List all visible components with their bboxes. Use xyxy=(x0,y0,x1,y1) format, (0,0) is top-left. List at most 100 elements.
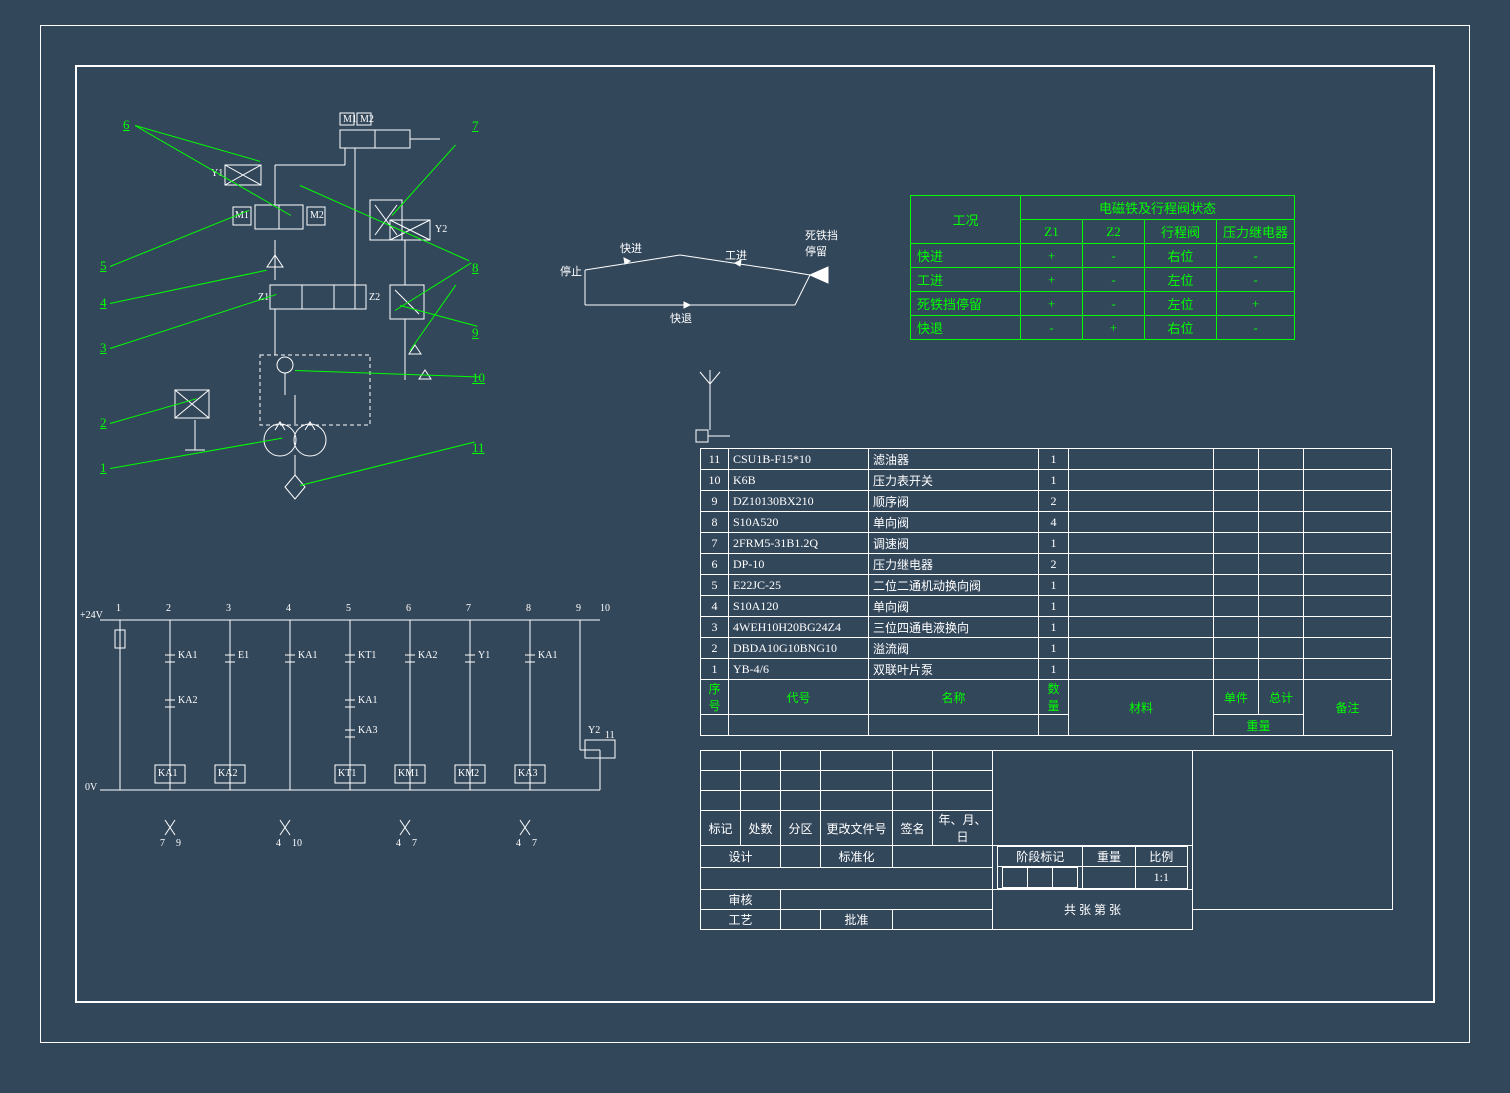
cycle-stop: 停止 xyxy=(560,263,582,279)
ground-symbol xyxy=(690,370,730,460)
col-9: 9 xyxy=(576,603,581,614)
cond-row: 工进+-左位- xyxy=(911,268,1295,292)
parts-row: 72FRM5-31B1.2Q调速阀1 xyxy=(701,533,1392,554)
balloon-5: 5 xyxy=(100,258,107,274)
tb-date: 年、月、日 xyxy=(933,811,993,846)
ph-wt: 重量 xyxy=(1214,715,1304,736)
c-Y2: Y2 xyxy=(588,725,600,736)
parts-row: 11CSU1B-F15*10滤油器1 xyxy=(701,449,1392,470)
col-1: 1 xyxy=(116,603,121,614)
parts-row: 1YB-4/6双联叶片泵1 xyxy=(701,659,1392,680)
tb-std: 标准化 xyxy=(821,846,893,868)
label-Y2: Y2 xyxy=(435,224,447,235)
fn-7: 4 xyxy=(516,838,521,849)
balloon-10: 10 xyxy=(472,370,485,386)
balloon-9: 9 xyxy=(472,325,479,341)
parts-row: 9DZ10130BX210顺序阀2 xyxy=(701,491,1392,512)
tb-design: 设计 xyxy=(701,846,781,868)
c-KA1d: KA1 xyxy=(358,695,377,706)
parts-row: 8S10A520单向阀4 xyxy=(701,512,1392,533)
hydraulic-svg xyxy=(115,110,525,530)
c-Y1: Y1 xyxy=(478,650,490,661)
fn-2: 9 xyxy=(176,838,181,849)
cond-title: 电磁铁及行程阀状态 xyxy=(1021,196,1295,220)
condition-table: 工况 电磁铁及行程阀状态 Z1 Z2 行程阀 压力继电器 快进+-右位-工进+-… xyxy=(910,195,1295,340)
col-3: 3 xyxy=(226,603,231,614)
label-M1box: M1 xyxy=(343,114,357,125)
balloon-3: 3 xyxy=(100,340,107,356)
tb-stage: 阶段标记 xyxy=(998,847,1083,867)
parts-row: 5E22JC-25二位二通机动换向阀1 xyxy=(701,575,1392,596)
fn-6: 7 xyxy=(412,838,417,849)
ph-mat: 材料 xyxy=(1069,680,1214,736)
cond-col-z1: Z1 xyxy=(1021,220,1083,244)
cond-col-travel: 行程阀 xyxy=(1145,220,1217,244)
cycle-diagram: 停止 快进 工进 死铁挡停留 快退 xyxy=(560,225,840,335)
c-KA1b: KA1 xyxy=(298,650,317,661)
rail-bot: 0V xyxy=(85,782,97,793)
ph-rm: 备注 xyxy=(1304,680,1392,736)
col-7: 7 xyxy=(466,603,471,614)
col-4: 4 xyxy=(286,603,291,614)
tb-scaleval: 1:1 xyxy=(1135,867,1187,889)
coil-KA1: KA1 xyxy=(158,768,177,779)
tb-weight: 重量 xyxy=(1083,847,1135,867)
cond-row: 快进+-右位- xyxy=(911,244,1295,268)
hydraulic-schematic: M1 M2 Y1 Y2 M1 M2 Z1 Z2 xyxy=(115,110,525,510)
rail-top: +24V xyxy=(80,610,103,621)
cond-col-prelay: 压力继电器 xyxy=(1217,220,1295,244)
tb-sheet: 共 张 第 张 xyxy=(993,890,1193,930)
c-KA1c: KA1 xyxy=(538,650,557,661)
c-KA2: KA2 xyxy=(418,650,437,661)
col-10: 10 xyxy=(600,603,610,614)
fn-5: 4 xyxy=(396,838,401,849)
coil-KM1: KM1 xyxy=(398,768,419,779)
parts-row: 6DP-10压力继电器2 xyxy=(701,554,1392,575)
tb-chgdoc: 更改文件号 xyxy=(821,811,893,846)
tb-tech: 工艺 xyxy=(701,910,781,930)
cond-row: 快退-+右位- xyxy=(911,316,1295,340)
coil-KA3: KA3 xyxy=(518,768,537,779)
ph-qty: 数量 xyxy=(1039,680,1069,715)
coil-KM2: KM2 xyxy=(458,768,479,779)
balloon-6: 6 xyxy=(123,117,130,133)
fn-3: 4 xyxy=(276,838,281,849)
col-8: 8 xyxy=(526,603,531,614)
cycle-dead: 死铁挡停留 xyxy=(805,227,840,259)
coil-KA2: KA2 xyxy=(218,768,237,779)
fn-1: 7 xyxy=(160,838,165,849)
col-5: 5 xyxy=(346,603,351,614)
title-block: 标记 处数 分区 更改文件号 签名 年、月、日 设计 标准化 阶段标记 重量 比… xyxy=(700,750,1393,930)
parts-row: 10K6B压力表开关1 xyxy=(701,470,1392,491)
tb-review: 审核 xyxy=(701,890,781,910)
ph-code: 代号 xyxy=(729,680,869,715)
tb-approve: 批准 xyxy=(821,910,893,930)
label-M2box: M2 xyxy=(360,114,374,125)
cond-col-z2: Z2 xyxy=(1083,220,1145,244)
balloon-1: 1 xyxy=(100,460,107,476)
tb-scale: 比例 xyxy=(1135,847,1187,867)
c-KA1a: KA1 xyxy=(178,650,197,661)
ph-tw: 总计 xyxy=(1259,680,1304,715)
tb-qty: 处数 xyxy=(741,811,781,846)
balloon-7: 7 xyxy=(472,118,479,134)
balloon-4: 4 xyxy=(100,295,107,311)
label-M2: M2 xyxy=(310,210,324,221)
c-KT1: KT1 xyxy=(358,650,376,661)
c-E1: E1 xyxy=(238,650,249,661)
parts-row: 4S10A120单向阀1 xyxy=(701,596,1392,617)
cycle-rapidfwd: 快进 xyxy=(620,240,642,256)
parts-row: 34WEH10H20BG24Z4三位四通电液换向1 xyxy=(701,617,1392,638)
cycle-workfwd: 工进 xyxy=(725,247,747,263)
tb-zone: 分区 xyxy=(781,811,821,846)
cond-row: 死铁挡停留+-左位+ xyxy=(911,292,1295,316)
parts-row: 2DBDA10G10BNG10溢流阀1 xyxy=(701,638,1392,659)
ph-no: 序号 xyxy=(701,680,729,715)
cond-rowhdr: 工况 xyxy=(911,196,1021,244)
col-6: 6 xyxy=(406,603,411,614)
balloon-2: 2 xyxy=(100,415,107,431)
fn-4: 10 xyxy=(292,838,302,849)
tb-mark: 标记 xyxy=(701,811,741,846)
col-2: 2 xyxy=(166,603,171,614)
col-11: 11 xyxy=(605,730,615,741)
